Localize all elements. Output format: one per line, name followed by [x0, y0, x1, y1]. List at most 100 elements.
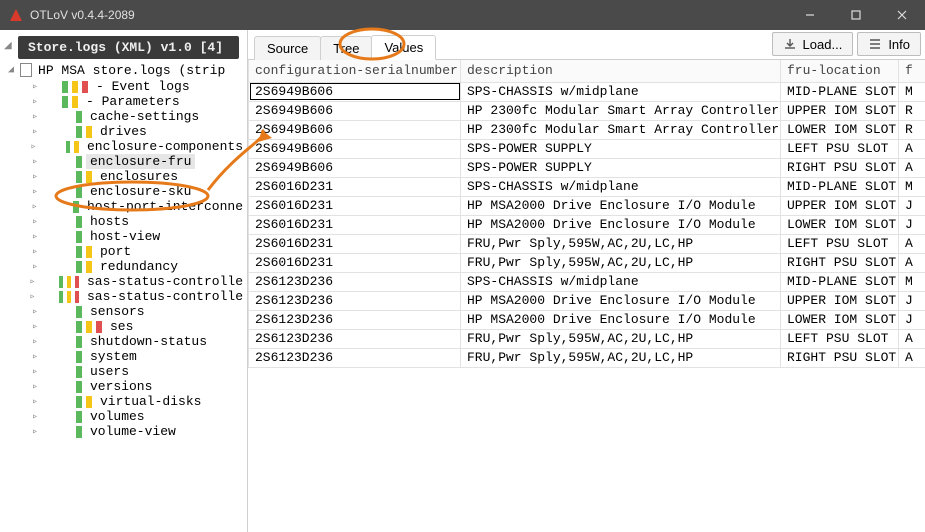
table-cell[interactable]: M	[899, 82, 925, 101]
table-wrap[interactable]: configuration-serialnumberdescriptionfru…	[248, 60, 925, 532]
expand-icon[interactable]: ▹	[28, 156, 42, 168]
table-cell[interactable]: A	[899, 329, 925, 348]
tree-item[interactable]: ▹shutdown-status	[6, 334, 247, 349]
expand-icon[interactable]: ▹	[28, 321, 42, 333]
table-cell[interactable]: J	[899, 215, 925, 234]
expand-icon[interactable]: ▹	[28, 261, 42, 273]
table-cell[interactable]: 2S6949B606	[249, 101, 461, 120]
table-cell[interactable]: 2S6123D236	[249, 348, 461, 367]
tree-header[interactable]: Store.logs (XML) v1.0 [4]	[18, 36, 239, 59]
expand-icon[interactable]: ▹	[28, 396, 42, 408]
table-row[interactable]: 2S6123D236SPS-CHASSIS w/midplaneMID-PLAN…	[249, 272, 925, 291]
tree-item[interactable]: ▹volume-view	[6, 424, 247, 439]
table-cell[interactable]: J	[899, 310, 925, 329]
table-row[interactable]: 2S6949B606SPS-CHASSIS w/midplaneMID-PLAN…	[249, 82, 925, 101]
table-cell[interactable]: FRU,Pwr Sply,595W,AC,2U,LC,HP	[461, 234, 781, 253]
table-cell[interactable]: A	[899, 158, 925, 177]
tree-item[interactable]: ▹redundancy	[6, 259, 247, 274]
table-cell[interactable]: MID-PLANE SLOT	[781, 82, 899, 101]
table-cell[interactable]: 2S6016D231	[249, 215, 461, 234]
table-row[interactable]: 2S6949B606SPS-POWER SUPPLYRIGHT PSU SLOT…	[249, 158, 925, 177]
table-row[interactable]: 2S6016D231HP MSA2000 Drive Enclosure I/O…	[249, 196, 925, 215]
table-cell[interactable]: 2S6123D236	[249, 310, 461, 329]
table-cell[interactable]: SPS-CHASSIS w/midplane	[461, 177, 781, 196]
tree-item[interactable]: ▹users	[6, 364, 247, 379]
tree-item[interactable]: ▹sas-status-controlle	[6, 289, 247, 304]
table-row[interactable]: 2S6016D231FRU,Pwr Sply,595W,AC,2U,LC,HPR…	[249, 253, 925, 272]
tree-item[interactable]: ▹enclosure-sku	[6, 184, 247, 199]
expand-icon[interactable]: ▹	[28, 231, 42, 243]
table-row[interactable]: 2S6016D231FRU,Pwr Sply,595W,AC,2U,LC,HPL…	[249, 234, 925, 253]
table-cell[interactable]: UPPER IOM SLOT	[781, 196, 899, 215]
table-cell[interactable]: 2S6949B606	[249, 82, 461, 101]
table-row[interactable]: 2S6016D231HP MSA2000 Drive Enclosure I/O…	[249, 215, 925, 234]
tree-item[interactable]: ▹sas-status-controlle	[6, 274, 247, 289]
expand-icon[interactable]: ▹	[28, 111, 42, 123]
table-cell[interactable]: A	[899, 139, 925, 158]
tree-item[interactable]: ▹volumes	[6, 409, 247, 424]
table-cell[interactable]: LEFT PSU SLOT	[781, 234, 899, 253]
tree-item[interactable]: ▹drives	[6, 124, 247, 139]
expand-icon[interactable]: ▹	[28, 96, 42, 108]
table-cell[interactable]: M	[899, 272, 925, 291]
table-row[interactable]: 2S6123D236FRU,Pwr Sply,595W,AC,2U,LC,HPR…	[249, 348, 925, 367]
table-cell[interactable]: A	[899, 234, 925, 253]
expand-icon[interactable]: ▹	[28, 216, 42, 228]
tree-item[interactable]: ▹versions	[6, 379, 247, 394]
table-cell[interactable]: 2S6016D231	[249, 196, 461, 215]
info-button[interactable]: Info	[857, 32, 921, 56]
table-cell[interactable]: HP 2300fc Modular Smart Array Controller	[461, 101, 781, 120]
tab-source[interactable]: Source	[254, 36, 321, 60]
table-cell[interactable]: LOWER IOM SLOT	[781, 215, 899, 234]
close-button[interactable]	[879, 0, 925, 30]
tree-item[interactable]: ▹virtual-disks	[6, 394, 247, 409]
expand-icon[interactable]: ▹	[28, 201, 41, 213]
table-cell[interactable]: HP 2300fc Modular Smart Array Controller	[461, 120, 781, 139]
table-cell[interactable]: LEFT PSU SLOT	[781, 329, 899, 348]
expand-icon[interactable]: ▹	[28, 186, 42, 198]
expand-icon[interactable]: ▹	[28, 141, 39, 153]
table-cell[interactable]: M	[899, 177, 925, 196]
column-header[interactable]: fru-location	[781, 60, 899, 82]
table-row[interactable]: 2S6123D236HP MSA2000 Drive Enclosure I/O…	[249, 291, 925, 310]
table-cell[interactable]: FRU,Pwr Sply,595W,AC,2U,LC,HP	[461, 253, 781, 272]
table-cell[interactable]: LOWER IOM SLOT	[781, 310, 899, 329]
expand-icon[interactable]: ▹	[28, 171, 42, 183]
table-row[interactable]: 2S6016D231SPS-CHASSIS w/midplaneMID-PLAN…	[249, 177, 925, 196]
table-cell[interactable]: 2S6016D231	[249, 234, 461, 253]
values-table[interactable]: configuration-serialnumberdescriptionfru…	[248, 60, 925, 368]
table-row[interactable]: 2S6123D236HP MSA2000 Drive Enclosure I/O…	[249, 310, 925, 329]
table-cell[interactable]: HP MSA2000 Drive Enclosure I/O Module	[461, 196, 781, 215]
table-cell[interactable]: SPS-POWER SUPPLY	[461, 158, 781, 177]
table-row[interactable]: 2S6949B606HP 2300fc Modular Smart Array …	[249, 101, 925, 120]
table-cell[interactable]: MID-PLANE SLOT	[781, 177, 899, 196]
expand-icon[interactable]: ▹	[28, 291, 37, 303]
expand-icon[interactable]: ▹	[28, 306, 42, 318]
table-cell[interactable]: HP MSA2000 Drive Enclosure I/O Module	[461, 310, 781, 329]
tree-item[interactable]: ▹- Event logs	[6, 79, 247, 94]
expand-icon[interactable]: ▹	[28, 351, 42, 363]
table-cell[interactable]: 2S6016D231	[249, 253, 461, 272]
expand-icon[interactable]: ▹	[28, 246, 42, 258]
table-cell[interactable]: 2S6123D236	[249, 329, 461, 348]
table-cell[interactable]: SPS-CHASSIS w/midplane	[461, 272, 781, 291]
table-cell[interactable]: J	[899, 196, 925, 215]
tab-values[interactable]: Values	[371, 35, 436, 60]
table-cell[interactable]: RIGHT PSU SLOT	[781, 348, 899, 367]
table-cell[interactable]: LEFT PSU SLOT	[781, 139, 899, 158]
tab-tree[interactable]: Tree	[320, 36, 372, 60]
table-cell[interactable]: RIGHT PSU SLOT	[781, 253, 899, 272]
expand-icon[interactable]: ▹	[28, 411, 42, 423]
tree-item[interactable]: ▹- Parameters	[6, 94, 247, 109]
table-cell[interactable]: 2S6123D236	[249, 291, 461, 310]
tree-item[interactable]: ▹cache-settings	[6, 109, 247, 124]
table-cell[interactable]: MID-PLANE SLOT	[781, 272, 899, 291]
table-cell[interactable]: R	[899, 120, 925, 139]
load-button[interactable]: Load...	[772, 32, 854, 56]
minimize-button[interactable]	[787, 0, 833, 30]
tree-item[interactable]: ▹host-view	[6, 229, 247, 244]
table-row[interactable]: 2S6949B606SPS-POWER SUPPLYLEFT PSU SLOTA	[249, 139, 925, 158]
table-cell[interactable]: 2S6949B606	[249, 139, 461, 158]
expand-icon[interactable]: ▹	[28, 426, 42, 438]
expand-icon[interactable]: ▹	[28, 81, 42, 93]
